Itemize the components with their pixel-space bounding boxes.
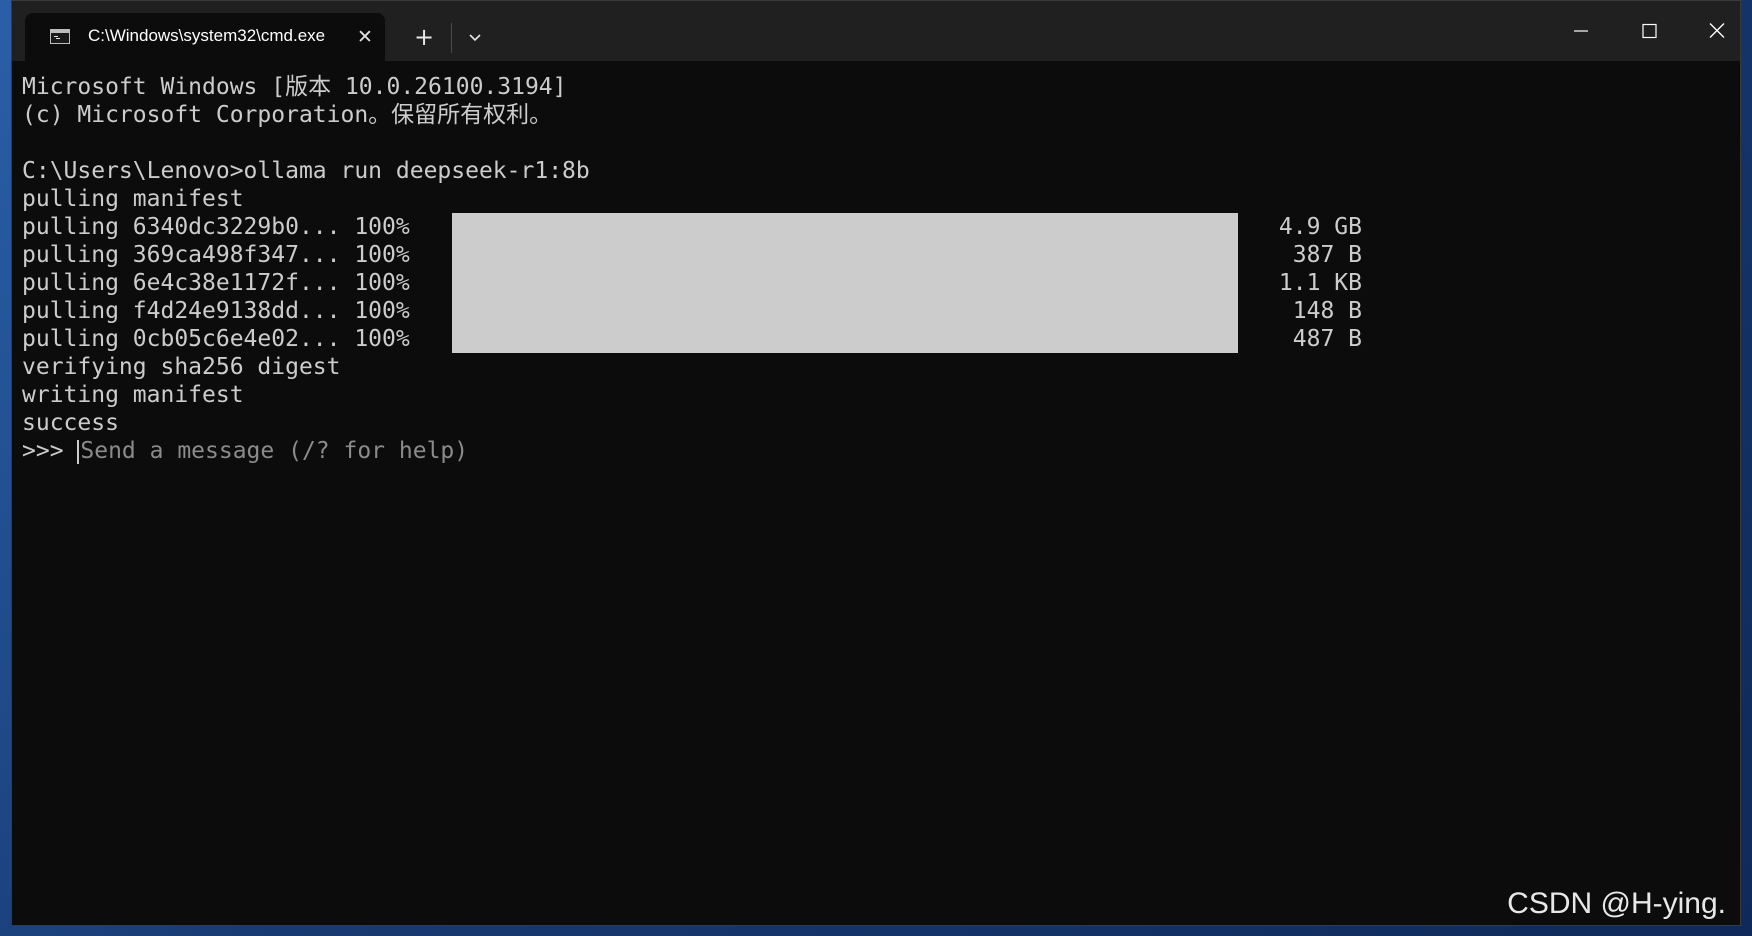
layer-label: pulling 0cb05c6e4e02... 100%: [22, 326, 410, 352]
progress-fill: [452, 325, 1238, 353]
maximize-icon: [1642, 23, 1657, 39]
layer-size: 148 B: [1292, 298, 1362, 324]
copyright-line: (c) Microsoft Corporation。保留所有权利。: [22, 102, 553, 128]
chevron-down-icon: [469, 34, 481, 42]
layer-size: 387 B: [1292, 242, 1362, 268]
success-line: success: [22, 410, 119, 436]
terminal-output[interactable]: Microsoft Windows [版本 10.0.26100.3194] (…: [22, 73, 1722, 913]
minimize-icon: [1574, 30, 1588, 32]
progress-bar: [452, 297, 1238, 325]
prompt-marker: >>>: [22, 438, 78, 464]
title-bar[interactable]: C:\Windows\system32\cmd.exe ✕ +: [12, 1, 1740, 61]
progress-fill: [452, 269, 1238, 297]
tab-close-button[interactable]: ✕: [353, 25, 377, 49]
new-tab-button[interactable]: +: [407, 21, 441, 53]
command-line: C:\Users\Lenovo>ollama run deepseek-r1:8…: [22, 158, 590, 184]
terminal-window: C:\Windows\system32\cmd.exe ✕ + Microsof…: [11, 0, 1741, 926]
version-line: Microsoft Windows [版本 10.0.26100.3194]: [22, 74, 567, 100]
watermark: CSDN @H-ying.: [1507, 887, 1726, 920]
message-input-placeholder[interactable]: Send a message (/? for help): [80, 438, 468, 464]
close-window-button[interactable]: [1683, 1, 1751, 61]
layer-size: 487 B: [1292, 326, 1362, 352]
dropdown-button[interactable]: [460, 21, 490, 53]
tab-cmd[interactable]: C:\Windows\system32\cmd.exe ✕: [25, 13, 385, 61]
progress-bar: [452, 241, 1238, 269]
layer-label: pulling 369ca498f347... 100%: [22, 242, 410, 268]
progress-bar: [452, 325, 1238, 353]
close-icon: [1709, 23, 1725, 38]
layer-size: 4.9 GB: [1278, 214, 1362, 240]
progress-fill: [452, 297, 1238, 325]
progress-bar: [452, 269, 1238, 297]
minimize-button[interactable]: [1547, 1, 1615, 61]
progress-fill: [452, 213, 1238, 241]
maximize-button[interactable]: [1615, 1, 1683, 61]
pulling-manifest-line: pulling manifest: [22, 186, 244, 212]
verifying-line: verifying sha256 digest: [22, 354, 341, 380]
prompt-line[interactable]: >>> Send a message (/? for help): [22, 437, 468, 465]
layer-label: pulling f4d24e9138dd... 100%: [22, 298, 410, 324]
layer-label: pulling 6e4c38e1172f... 100%: [22, 270, 410, 296]
writing-manifest-line: writing manifest: [22, 382, 244, 408]
tab-divider: [451, 23, 452, 53]
progress-fill: [452, 241, 1238, 269]
layer-label: pulling 6340dc3229b0... 100%: [22, 214, 410, 240]
layer-size: 1.1 KB: [1278, 270, 1362, 296]
console-icon: [50, 29, 70, 44]
tab-title: C:\Windows\system32\cmd.exe: [88, 26, 326, 45]
progress-bar: [452, 213, 1238, 241]
